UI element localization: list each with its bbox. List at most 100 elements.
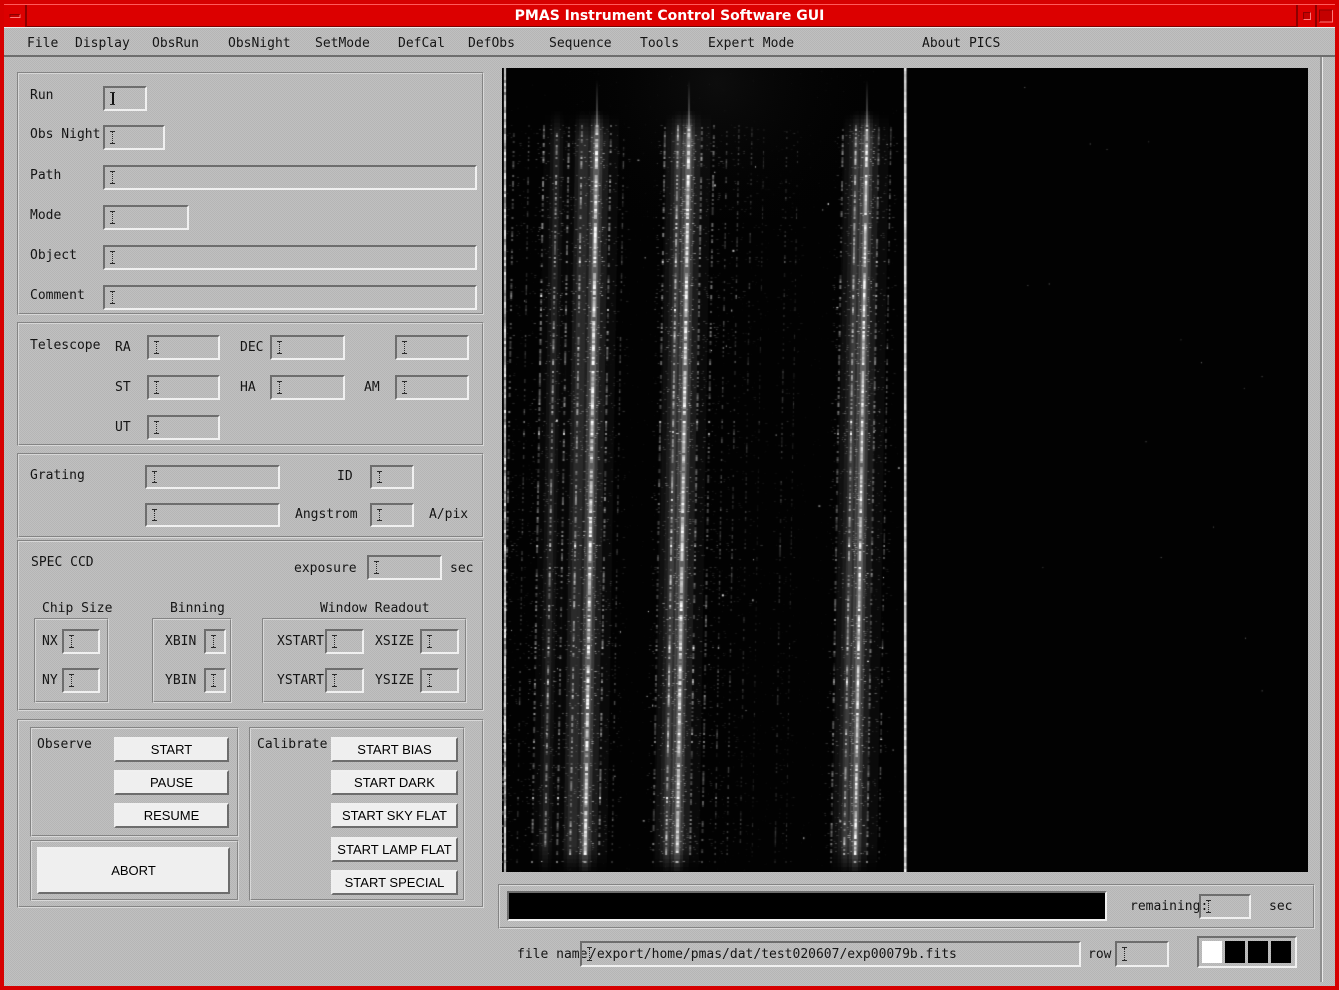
telescope-extra-field[interactable] bbox=[395, 335, 469, 360]
grating-id-label: ID bbox=[337, 469, 353, 484]
start-lamp-flat-button[interactable]: START LAMP FLAT bbox=[331, 837, 458, 862]
ra-field[interactable] bbox=[147, 335, 220, 360]
am-label: AM bbox=[364, 380, 380, 395]
window-title: PMAS Instrument Control Software GUI bbox=[4, 8, 1335, 24]
obs-night-field[interactable] bbox=[103, 125, 165, 150]
start-dark-button[interactable]: START DARK bbox=[331, 770, 458, 795]
text-caret bbox=[426, 635, 433, 648]
dec-field[interactable] bbox=[270, 335, 345, 360]
text-caret bbox=[109, 251, 116, 264]
comment-label: Comment bbox=[30, 288, 85, 303]
menu-item-tools[interactable]: Tools bbox=[640, 36, 679, 51]
start-button[interactable]: START bbox=[114, 737, 229, 762]
menu-item-setmode[interactable]: SetMode bbox=[315, 36, 370, 51]
text-caret bbox=[276, 341, 283, 354]
ha-label: HA bbox=[240, 380, 256, 395]
st-field[interactable] bbox=[147, 375, 220, 400]
chip-size-title: Chip Size bbox=[42, 601, 112, 616]
ybin-field[interactable] bbox=[204, 668, 226, 693]
apix-label: A/pix bbox=[429, 507, 468, 522]
text-caret bbox=[426, 674, 433, 687]
text-caret bbox=[210, 674, 217, 687]
binning-title: Binning bbox=[170, 601, 225, 616]
object-field[interactable] bbox=[103, 245, 477, 270]
colormap-tile[interactable] bbox=[1225, 941, 1245, 963]
text-caret bbox=[109, 131, 116, 144]
row-label: row bbox=[1088, 947, 1111, 962]
st-label: ST bbox=[115, 380, 131, 395]
grating-id-field[interactable] bbox=[370, 465, 414, 489]
menu-item-obsnight[interactable]: ObsNight bbox=[228, 36, 291, 51]
text-caret bbox=[401, 341, 408, 354]
xsize-field[interactable] bbox=[420, 629, 459, 654]
menu-item-about-pics[interactable]: About PICS bbox=[922, 36, 1000, 51]
menu-item-defcal[interactable]: DefCal bbox=[398, 36, 445, 51]
colormap-tile[interactable] bbox=[1248, 941, 1268, 963]
menu-item-expert-mode[interactable]: Expert Mode bbox=[708, 36, 794, 51]
xstart-field[interactable] bbox=[325, 629, 364, 654]
xbin-field[interactable] bbox=[204, 629, 226, 654]
comment-field[interactable] bbox=[103, 285, 477, 310]
text-caret bbox=[401, 381, 408, 394]
text-caret bbox=[68, 674, 75, 687]
ra-label: RA bbox=[115, 340, 131, 355]
obs-night-label: Obs Night bbox=[30, 127, 100, 142]
row-field[interactable] bbox=[1115, 941, 1169, 967]
nx-field[interactable] bbox=[62, 629, 100, 654]
maximize-button[interactable] bbox=[1315, 5, 1335, 27]
xbin-label: XBIN bbox=[165, 634, 196, 649]
binning-box: XBIN YBIN bbox=[152, 618, 232, 703]
grating-name-field[interactable] bbox=[145, 465, 280, 489]
abort-button[interactable]: ABORT bbox=[37, 847, 230, 894]
menu-item-sequence[interactable]: Sequence bbox=[549, 36, 612, 51]
titlebar[interactable]: PMAS Instrument Control Software GUI bbox=[4, 4, 1335, 27]
iconify-button[interactable] bbox=[1296, 5, 1315, 27]
text-caret bbox=[276, 381, 283, 394]
angstrom-label: Angstrom bbox=[295, 507, 358, 522]
mode-field[interactable] bbox=[103, 205, 189, 230]
ystart-field[interactable] bbox=[325, 668, 364, 693]
window-readout-title: Window Readout bbox=[320, 601, 430, 616]
telescope-panel: Telescope RA DEC ST HA AM UT bbox=[17, 322, 484, 446]
ystart-label: YSTART bbox=[277, 673, 324, 688]
grating-dispersion-field[interactable] bbox=[370, 503, 414, 527]
text-caret bbox=[376, 509, 383, 521]
calibrate-box: Calibrate START BIAS START DARK START SK… bbox=[249, 727, 465, 901]
am-field[interactable] bbox=[395, 375, 469, 400]
start-sky-flat-button[interactable]: START SKY FLAT bbox=[331, 803, 458, 828]
text-caret bbox=[1121, 947, 1128, 961]
pause-button[interactable]: PAUSE bbox=[114, 770, 229, 795]
text-caret bbox=[68, 635, 75, 648]
exposure-status-panel: remaining: sec bbox=[498, 884, 1315, 929]
exposure-field[interactable] bbox=[367, 555, 442, 580]
menu-item-file[interactable]: File bbox=[27, 36, 58, 51]
ccd-image-canvas[interactable] bbox=[502, 68, 1308, 872]
start-bias-button[interactable]: START BIAS bbox=[331, 737, 458, 762]
resume-button[interactable]: RESUME bbox=[114, 803, 229, 828]
run-field[interactable] bbox=[103, 86, 147, 111]
grating-wavelength-field[interactable] bbox=[145, 503, 280, 527]
ha-field[interactable] bbox=[270, 375, 345, 400]
text-caret bbox=[210, 635, 217, 648]
spec-ccd-title: SPEC CCD bbox=[31, 555, 94, 570]
text-caret bbox=[153, 421, 160, 434]
colormap-tile[interactable] bbox=[1271, 941, 1291, 963]
ybin-label: YBIN bbox=[165, 673, 196, 688]
observe-title: Observe bbox=[37, 737, 92, 752]
ysize-field[interactable] bbox=[420, 668, 459, 693]
ny-field[interactable] bbox=[62, 668, 100, 693]
text-caret bbox=[373, 561, 380, 574]
text-caret bbox=[153, 341, 160, 354]
menu-item-defobs[interactable]: DefObs bbox=[468, 36, 515, 51]
menu-item-obsrun[interactable]: ObsRun bbox=[152, 36, 199, 51]
path-field[interactable] bbox=[103, 165, 477, 190]
actions-panel: Observe START PAUSE RESUME ABORT Calibra… bbox=[17, 719, 484, 908]
remaining-field[interactable] bbox=[1199, 894, 1251, 919]
ut-field[interactable] bbox=[147, 415, 220, 440]
run-label: Run bbox=[30, 88, 53, 103]
grating-panel: Grating ID Angstrom A/pix bbox=[17, 453, 484, 538]
file-name-field[interactable]: /export/home/pmas/dat/test020607/exp0007… bbox=[580, 941, 1081, 967]
colormap-tile[interactable] bbox=[1202, 941, 1222, 963]
start-special-button[interactable]: START SPECIAL bbox=[331, 870, 458, 895]
menu-item-display[interactable]: Display bbox=[75, 36, 130, 51]
